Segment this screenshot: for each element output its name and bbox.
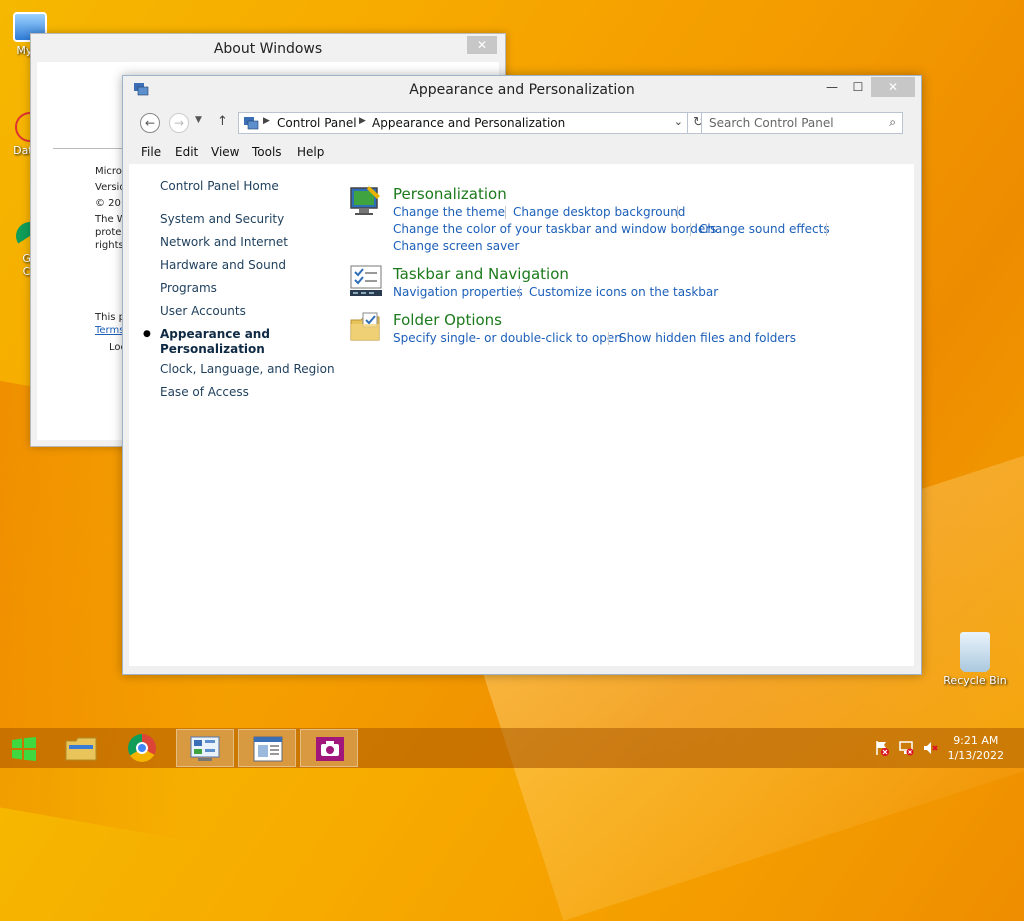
- forward-button[interactable]: →: [169, 113, 189, 133]
- about-close-button[interactable]: ✕: [467, 36, 497, 54]
- close-button[interactable]: ✕: [871, 77, 915, 97]
- taskbar-about-windows[interactable]: [238, 729, 296, 767]
- section-personalization-title[interactable]: Personalization: [393, 185, 507, 203]
- volume-muted-icon[interactable]: [922, 740, 938, 756]
- folder-options-icon: [350, 312, 380, 341]
- back-button[interactable]: ←: [140, 113, 160, 133]
- menu-bar: File Edit View Tools Help: [129, 142, 915, 162]
- recycle-bin-icon: [960, 632, 990, 672]
- taskbar-navigation-icon: [350, 265, 382, 296]
- task-separator: [826, 223, 827, 236]
- task-change-sound-effects[interactable]: Change sound effects: [699, 222, 830, 236]
- taskbar: 9:21 AM 1/13/2022: [0, 728, 1024, 768]
- arrow-left-icon: ←: [144, 116, 156, 130]
- taskbar-camera-app[interactable]: [300, 729, 358, 767]
- about-divider: [53, 148, 123, 149]
- breadcrumb-control-panel[interactable]: Control Panel: [277, 116, 357, 130]
- main-content: Control Panel Home System and Security N…: [129, 164, 914, 666]
- task-navigation-properties[interactable]: Navigation properties: [393, 285, 523, 299]
- task-single-double-click[interactable]: Specify single- or double-click to open: [393, 331, 622, 345]
- nav-clock-language-region[interactable]: Clock, Language, and Region: [160, 362, 335, 376]
- search-input[interactable]: [709, 116, 869, 130]
- menu-view[interactable]: View: [211, 145, 239, 159]
- nav-ease-of-access[interactable]: Ease of Access: [160, 385, 249, 399]
- about-titlebar[interactable]: About Windows ✕: [31, 34, 505, 62]
- start-button-windows-icon[interactable]: [10, 737, 38, 761]
- current-location-bullet: ●: [143, 329, 151, 339]
- recent-locations-button[interactable]: ▼: [195, 115, 202, 125]
- menu-tools[interactable]: Tools: [252, 145, 282, 159]
- search-box[interactable]: ⌕: [701, 112, 903, 134]
- breadcrumb-separator-icon[interactable]: ▶: [263, 116, 270, 126]
- address-history-dropdown[interactable]: ⌄: [674, 115, 683, 128]
- task-change-screen-saver[interactable]: Change screen saver: [393, 239, 520, 253]
- breadcrumb-appearance[interactable]: Appearance and Personalization: [372, 116, 565, 130]
- task-separator: [690, 223, 691, 236]
- network-icon[interactable]: [898, 740, 914, 756]
- taskbar-control-panel[interactable]: [176, 729, 234, 767]
- chevron-down-icon: ▼: [195, 115, 202, 125]
- task-show-hidden-files[interactable]: Show hidden files and folders: [619, 331, 796, 345]
- document-window-icon: [253, 736, 283, 762]
- window-titlebar[interactable]: Appearance and Personalization — ☐ ✕: [123, 76, 921, 104]
- camera-icon: [316, 737, 344, 761]
- menu-file[interactable]: File: [141, 145, 161, 159]
- address-bar[interactable]: ▶ Control Panel ▶ Appearance and Persona…: [238, 112, 688, 134]
- nav-network-and-internet[interactable]: Network and Internet: [160, 235, 288, 249]
- task-separator: [677, 206, 678, 219]
- nav-programs[interactable]: Programs: [160, 281, 217, 295]
- control-panel-icon: [190, 736, 220, 761]
- breadcrumb-separator-icon[interactable]: ▶: [359, 116, 366, 126]
- arrow-right-icon: →: [173, 116, 185, 130]
- action-center-flag-icon[interactable]: [874, 740, 890, 756]
- control-panel-window[interactable]: Appearance and Personalization — ☐ ✕ ← →…: [122, 75, 922, 675]
- arrow-up-icon: ↑: [217, 114, 228, 129]
- menu-edit[interactable]: Edit: [175, 145, 198, 159]
- taskbar-file-explorer[interactable]: [52, 729, 110, 767]
- desktop-icon-label: Recycle Bin: [943, 674, 1007, 687]
- task-separator: [519, 286, 520, 299]
- terms-link[interactable]: Terms: [95, 325, 124, 336]
- section-folder-options-title[interactable]: Folder Options: [393, 311, 502, 329]
- navigation-bar: ← → ▼ ↑ ▶ Control Panel ▶ Appearance and…: [129, 107, 915, 139]
- section-taskbar-navigation-title[interactable]: Taskbar and Navigation: [393, 265, 569, 283]
- nav-appearance-and-personalization[interactable]: Appearance and: [160, 327, 270, 341]
- control-panel-icon: [244, 117, 259, 130]
- clock-time: 9:21 AM: [953, 734, 999, 747]
- nav-appearance-and-personalization-line2[interactable]: Personalization: [160, 342, 265, 356]
- task-separator: [505, 206, 506, 219]
- task-change-taskbar-color[interactable]: Change the color of your taskbar and win…: [393, 222, 716, 236]
- chrome-icon: [128, 734, 156, 762]
- file-explorer-icon: [65, 737, 97, 761]
- menu-help[interactable]: Help: [297, 145, 324, 159]
- maximize-button[interactable]: ☐: [845, 77, 871, 97]
- up-button[interactable]: ↑: [217, 114, 228, 129]
- search-icon[interactable]: ⌕: [889, 115, 896, 130]
- task-change-desktop-background[interactable]: Change desktop background: [513, 205, 685, 219]
- clock-date: 1/13/2022: [947, 749, 1004, 762]
- system-clock[interactable]: 9:21 AM 1/13/2022: [948, 733, 1004, 763]
- nav-system-and-security[interactable]: System and Security: [160, 212, 284, 226]
- about-title: About Windows: [213, 41, 323, 57]
- personalization-icon: [350, 186, 380, 215]
- task-separator: [608, 332, 609, 345]
- desktop-icon-recycle-bin[interactable]: Recycle Bin: [940, 632, 1010, 687]
- window-title: Appearance and Personalization: [409, 82, 635, 98]
- minimize-button[interactable]: —: [819, 77, 845, 97]
- task-customize-taskbar-icons[interactable]: Customize icons on the taskbar: [529, 285, 718, 299]
- nav-control-panel-home[interactable]: Control Panel Home: [160, 179, 279, 193]
- task-change-theme[interactable]: Change the theme: [393, 205, 505, 219]
- nav-hardware-and-sound[interactable]: Hardware and Sound: [160, 258, 286, 272]
- taskbar-chrome[interactable]: [114, 729, 172, 767]
- nav-user-accounts[interactable]: User Accounts: [160, 304, 246, 318]
